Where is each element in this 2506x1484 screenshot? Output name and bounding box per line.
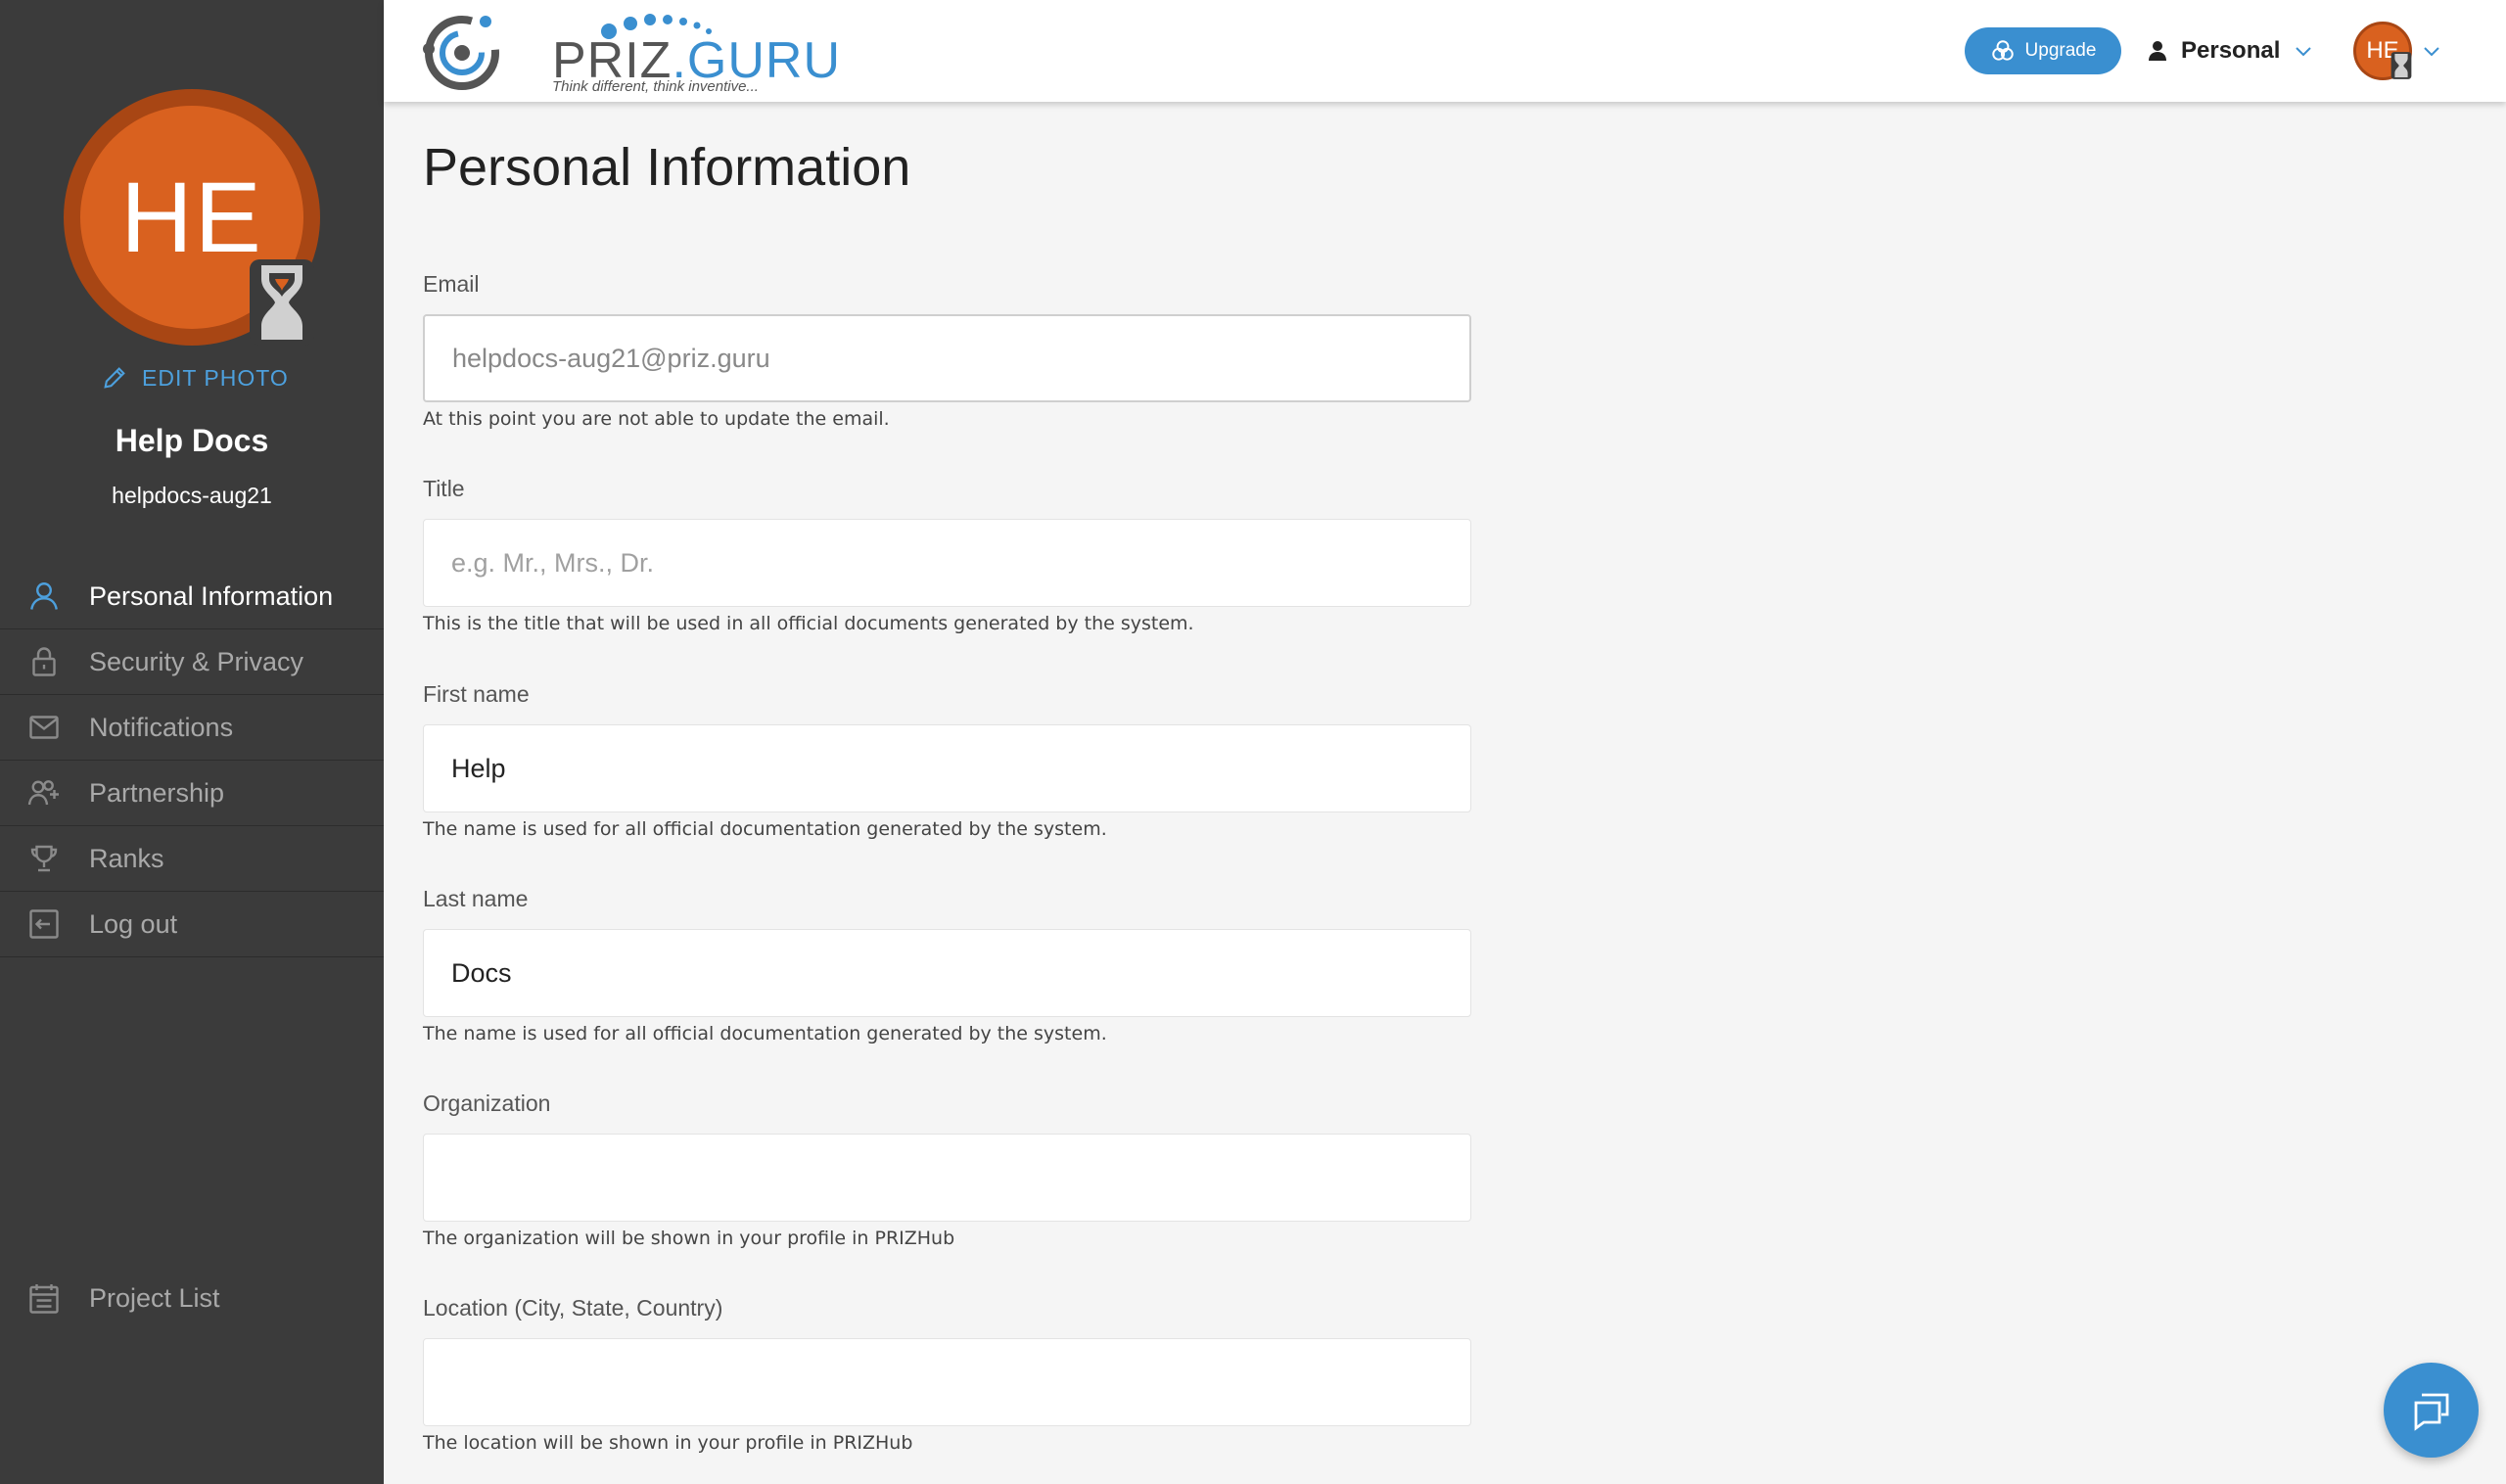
nav-label: Notifications: [89, 712, 234, 742]
nav-label: Ranks: [89, 843, 164, 873]
location-help: The location will be shown in your profi…: [423, 1432, 913, 1454]
lock-icon: [24, 642, 64, 681]
upgrade-button[interactable]: Upgrade: [1965, 27, 2121, 74]
top-header: PRIZ.GURU Think different, think inventi…: [384, 0, 2506, 102]
coins-icon: [1991, 40, 2014, 61]
user-display-name: Help Docs: [115, 423, 269, 458]
logo-mark-icon: [423, 16, 499, 90]
trophy-icon: [24, 839, 64, 878]
upgrade-label: Upgrade: [2024, 40, 2097, 61]
nav-label: Partnership: [89, 777, 225, 808]
hourglass-small-icon: [2390, 52, 2412, 79]
last-name-label: Last name: [423, 886, 529, 911]
nav-label: Log out: [89, 908, 178, 939]
title-label: Title: [423, 476, 465, 501]
last-name-field[interactable]: [423, 929, 1471, 1017]
chat-support-button[interactable]: [2384, 1363, 2479, 1458]
nav-label: Personal Information: [89, 580, 334, 611]
organization-field[interactable]: [423, 1134, 1471, 1222]
sidebar: HE EDIT PHOTO Help Docs helpdocs-aug21 P…: [0, 0, 384, 1484]
nav-label: Security & Privacy: [89, 646, 304, 676]
location-label: Location (City, State, Country): [423, 1295, 723, 1321]
users-plus-icon: [24, 773, 64, 812]
mail-icon: [24, 708, 64, 747]
edit-photo-label: EDIT PHOTO: [142, 364, 289, 391]
priz-guru-logo[interactable]: PRIZ.GURU Think different, think inventi…: [421, 10, 840, 95]
first-name-label: First name: [423, 681, 530, 707]
nav-item-security-privacy[interactable]: Security & Privacy: [0, 629, 384, 695]
chevron-down-icon[interactable]: [2420, 39, 2443, 63]
nav-item-notifications[interactable]: Notifications: [0, 695, 384, 761]
profile-nav: Personal Information Security & Privacy …: [0, 564, 384, 957]
email-label: Email: [423, 271, 480, 297]
nav-item-personal-information[interactable]: Personal Information: [0, 564, 384, 629]
logout-icon: [24, 904, 64, 944]
user-icon: [24, 577, 64, 616]
page-title: Personal Information: [423, 138, 911, 197]
pencil-icon: [104, 367, 125, 389]
nav-item-partnership[interactable]: Partnership: [0, 761, 384, 826]
email-field[interactable]: [423, 314, 1471, 402]
nav-item-ranks[interactable]: Ranks: [0, 826, 384, 892]
workspace-label: Personal: [2181, 37, 2281, 64]
workspace-selector[interactable]: Personal: [2146, 29, 2315, 72]
calendar-icon: [24, 1279, 64, 1319]
person-icon: [2149, 41, 2166, 61]
title-field[interactable]: [423, 519, 1471, 607]
project-list-label: Project List: [89, 1283, 220, 1313]
first-name-help: The name is used for all official docume…: [423, 818, 1107, 840]
title-help: This is the title that will be used in a…: [423, 613, 1194, 634]
chat-icon: [2414, 1393, 2448, 1431]
first-name-field[interactable]: [423, 724, 1471, 812]
chevron-down-icon: [2296, 47, 2312, 57]
logo-tagline: Think different, think inventive...: [552, 78, 759, 95]
location-field[interactable]: [423, 1338, 1471, 1426]
organization-help: The organization will be shown in your p…: [423, 1228, 955, 1249]
user-handle: helpdocs-aug21: [112, 483, 272, 508]
last-name-help: The name is used for all official docume…: [423, 1023, 1107, 1044]
project-list-link[interactable]: Project List: [0, 1266, 384, 1331]
email-help: At this point you are not able to update…: [423, 408, 890, 430]
edit-photo-button[interactable]: EDIT PHOTO: [101, 364, 289, 392]
avatar-initials: HE: [120, 161, 263, 273]
hourglass-icon: [250, 259, 314, 346]
organization-label: Organization: [423, 1090, 551, 1116]
nav-item-log-out[interactable]: Log out: [0, 892, 384, 957]
